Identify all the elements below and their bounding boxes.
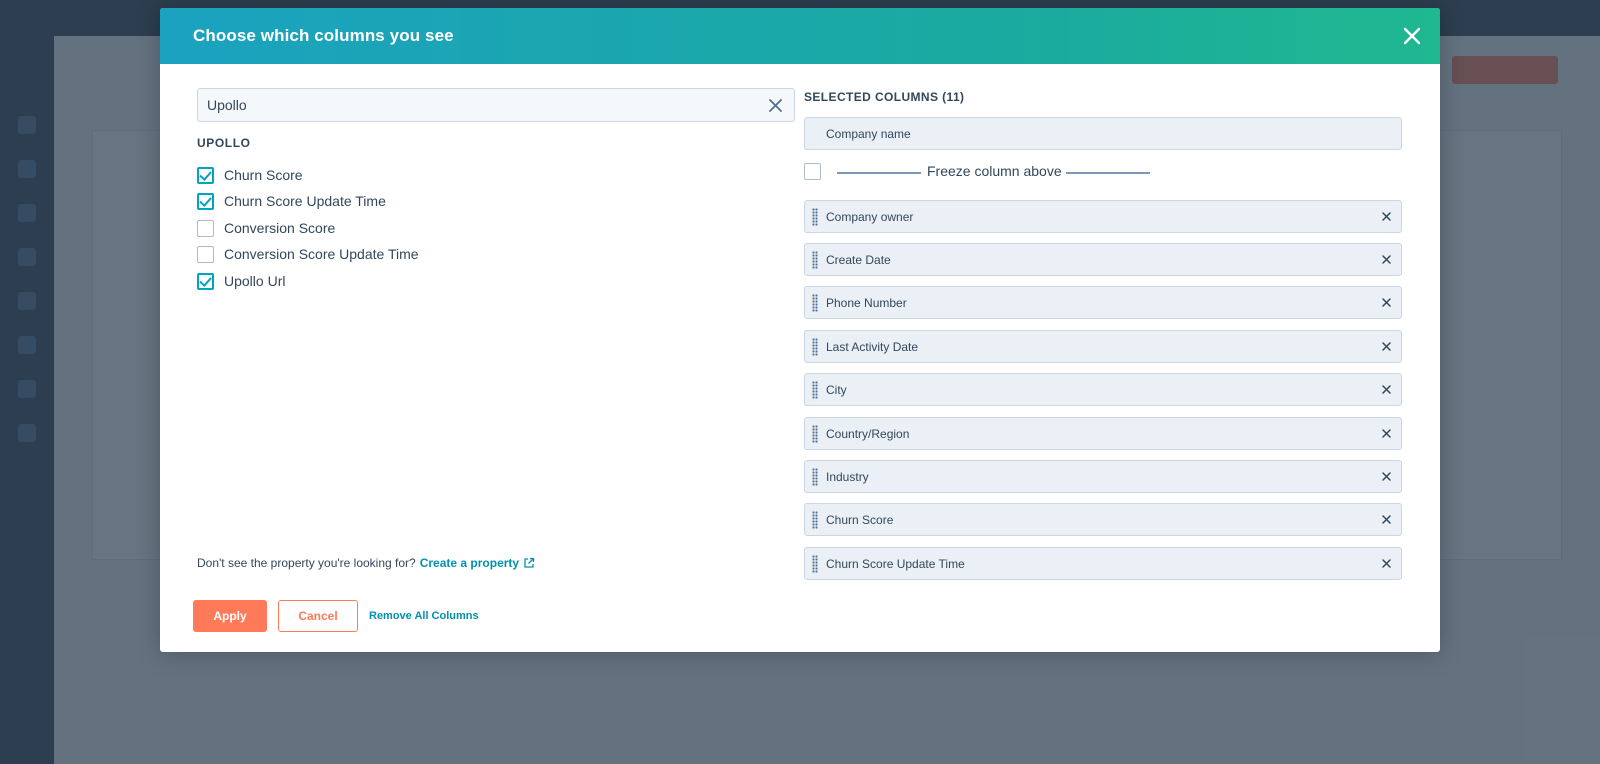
selected-column-label: Last Activity Date: [826, 340, 919, 354]
option-label: Churn Score: [224, 167, 303, 183]
fixed-column-label: Company name: [826, 127, 911, 141]
selected-column-label: Churn Score Update Time: [826, 557, 965, 571]
selected-column-label: City: [826, 383, 847, 397]
drag-handle-icon[interactable]: [812, 338, 818, 356]
drag-handle-icon[interactable]: [812, 555, 818, 573]
apply-button[interactable]: Apply: [193, 600, 267, 632]
checkbox[interactable]: [197, 192, 214, 210]
external-link-icon: [524, 557, 535, 568]
drag-handle-icon[interactable]: [812, 251, 818, 269]
option-label: Upollo Url: [224, 273, 286, 289]
freeze-column-row: Freeze column above: [804, 162, 1154, 182]
selected-columns-list[interactable]: Company owner Create Date Phone Number L…: [804, 200, 1402, 581]
option-churn-score[interactable]: Churn Score: [197, 165, 303, 185]
remove-column-icon[interactable]: [1381, 254, 1392, 265]
selected-column-item[interactable]: Last Activity Date: [804, 330, 1402, 363]
property-search-input[interactable]: Upollo: [197, 88, 795, 122]
option-conversion-score[interactable]: Conversion Score: [197, 218, 335, 238]
selected-column-item[interactable]: Create Date: [804, 243, 1402, 276]
remove-column-icon[interactable]: [1381, 514, 1392, 525]
remove-column-icon[interactable]: [1381, 211, 1392, 222]
modal-title: Choose which columns you see: [193, 26, 454, 45]
selected-columns-title: SELECTED COLUMNS (11): [804, 90, 965, 104]
option-churn-score-update-time[interactable]: Churn Score Update Time: [197, 191, 386, 211]
remove-column-icon[interactable]: [1381, 558, 1392, 569]
selected-column-label: Country/Region: [826, 427, 910, 441]
selected-column-label: Create Date: [826, 253, 891, 267]
drag-handle-icon[interactable]: [812, 381, 818, 399]
create-property-link[interactable]: Create a property: [420, 556, 535, 570]
create-property-label: Create a property: [419, 556, 520, 570]
selected-column-item[interactable]: Phone Number: [804, 286, 1402, 319]
selected-column-label: Industry: [826, 470, 869, 484]
selected-column-label: Phone Number: [826, 296, 907, 310]
selected-column-label: Company owner: [826, 210, 914, 224]
drag-handle-icon[interactable]: [812, 511, 818, 529]
selected-column-item[interactable]: Country/Region: [804, 417, 1402, 450]
remove-column-icon[interactable]: [1381, 384, 1392, 395]
remove-column-icon[interactable]: [1381, 297, 1392, 308]
selected-column-item[interactable]: Churn Score: [804, 503, 1402, 536]
freeze-column-checkbox[interactable]: [804, 163, 821, 180]
remove-column-icon[interactable]: [1381, 428, 1392, 439]
freeze-column-label: Freeze column above: [927, 163, 1062, 179]
cancel-button[interactable]: Cancel: [278, 600, 358, 632]
selected-column-item[interactable]: Company owner: [804, 200, 1402, 233]
modal-header: Choose which columns you see: [160, 8, 1440, 64]
choose-columns-modal: Choose which columns you see Upollo UPOL…: [160, 8, 1440, 652]
drag-handle-icon[interactable]: [812, 294, 818, 312]
option-label: Churn Score Update Time: [224, 193, 386, 209]
close-icon[interactable]: [1400, 24, 1424, 48]
drag-handle-icon[interactable]: [812, 425, 818, 443]
option-label: Conversion Score: [224, 220, 336, 236]
remove-all-columns-link[interactable]: Remove All Columns: [369, 610, 479, 622]
option-upollo-url[interactable]: Upollo Url: [197, 271, 285, 291]
missing-property-help: Don't see the property you're looking fo…: [197, 556, 535, 570]
checkbox[interactable]: [197, 219, 214, 237]
option-conversion-score-update-time[interactable]: Conversion Score Update Time: [197, 244, 419, 264]
property-group-label: UPOLLO: [197, 136, 251, 150]
clear-search-icon[interactable]: [769, 99, 782, 112]
selected-column-item[interactable]: City: [804, 373, 1402, 406]
checkbox[interactable]: [197, 166, 214, 184]
drag-handle-icon[interactable]: [812, 468, 818, 486]
divider-line: [837, 172, 921, 174]
search-value: Upollo: [207, 97, 247, 113]
help-text: Don't see the property you're looking fo…: [197, 556, 416, 570]
selected-column-label: Churn Score: [826, 513, 894, 527]
remove-column-icon[interactable]: [1381, 471, 1392, 482]
selected-column-item[interactable]: Industry: [804, 460, 1402, 493]
fixed-column-company-name: Company name: [804, 117, 1402, 150]
selected-column-item[interactable]: Churn Score Update Time: [804, 547, 1402, 580]
divider-line: [1066, 172, 1150, 174]
option-label: Conversion Score Update Time: [224, 246, 419, 262]
drag-handle-icon[interactable]: [812, 208, 818, 226]
checkbox[interactable]: [197, 272, 214, 290]
checkbox[interactable]: [197, 245, 214, 263]
remove-column-icon[interactable]: [1381, 341, 1392, 352]
